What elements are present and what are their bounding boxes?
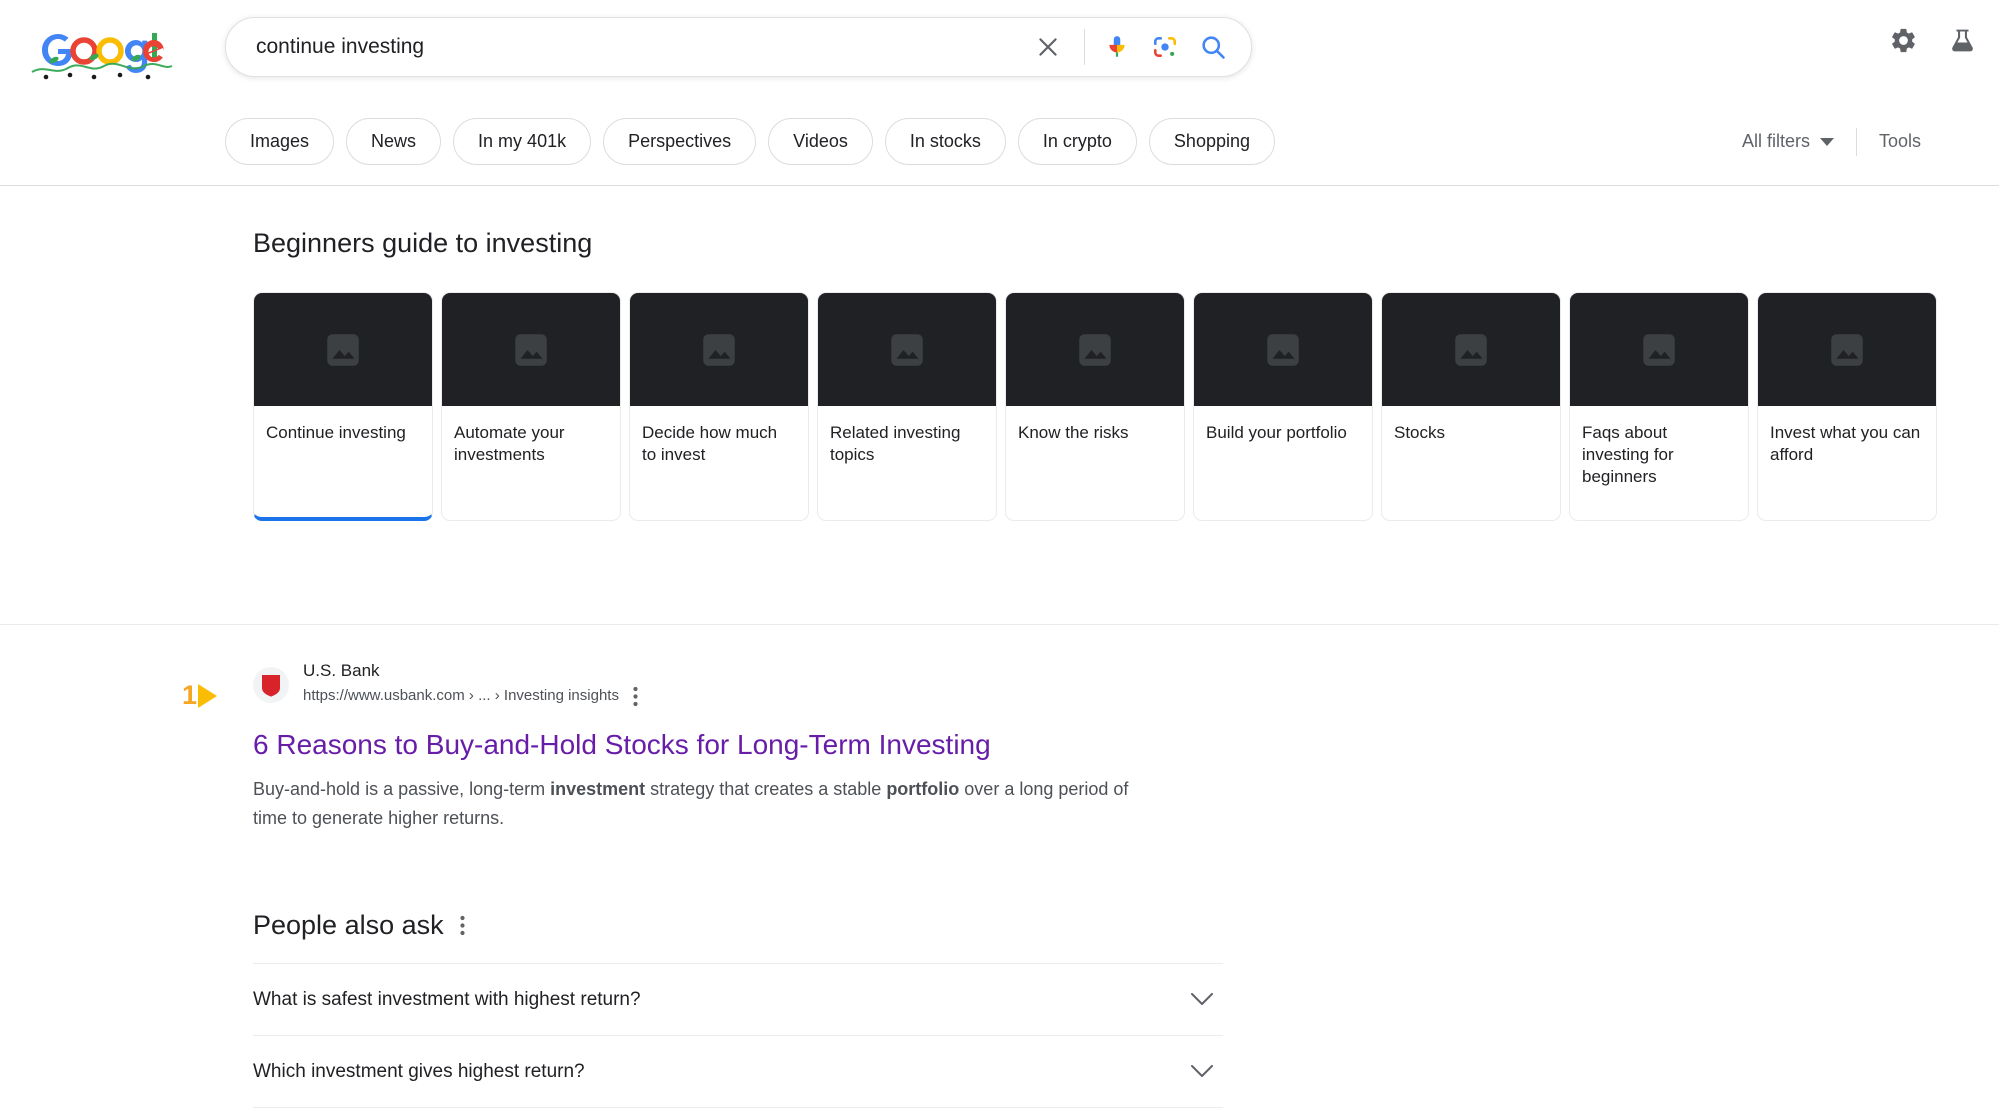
page-header: Images News In my 401k Perspectives Vide… [0,0,1999,186]
card-thumbnail [1194,293,1372,406]
paa-overflow-menu-icon[interactable] [460,915,465,936]
chip-label: In my 401k [478,131,567,151]
chip-label: Perspectives [628,131,732,151]
card-label: Invest what you can afford [1770,423,1921,465]
card-thumbnail [1006,293,1184,406]
annotation-number: 1 [182,680,198,710]
card-thumbnail [630,293,808,406]
result-site-name: U.S. Bank [303,661,380,680]
card-thumbnail [442,293,620,406]
annotation-arrow-icon [198,683,218,708]
chip-label: Videos [793,131,848,151]
carousel-card-invest-what-you-can-afford[interactable]: Invest what you can afford [1757,292,1937,521]
all-filters-label: All filters [1741,131,1810,151]
result-url-row: https://www.usbank.com › ... › Investing… [303,684,640,709]
carousel-card-stocks[interactable]: Stocks [1381,292,1561,521]
filter-chip-perspectives[interactable]: Perspectives [603,118,757,165]
chip-label: In stocks [909,131,981,151]
carousel-card-related-investing-topics[interactable]: Related investing topics [817,292,997,521]
chevron-down-icon[interactable] [1191,1065,1223,1078]
people-also-ask-section: People also ask What is safest investmen… [253,910,1223,1108]
card-label: Continue investing [266,423,406,442]
clear-icon[interactable] [1024,23,1072,71]
result-url: https://www.usbank.com › ... › Investing… [303,687,619,705]
usbank-favicon [253,666,289,703]
card-label: Build your portfolio [1206,423,1347,442]
search-input[interactable] [226,27,1024,67]
chip-label: In crypto [1042,131,1112,151]
chip-label: Images [250,131,310,151]
google-lens-icon[interactable] [1141,23,1189,71]
filter-chip-videos[interactable]: Videos [768,118,873,165]
carousel-track[interactable]: Continue investing Automate your investm… [253,292,1937,521]
search-box[interactable] [225,17,1252,77]
card-thumbnail [1382,293,1560,406]
chip-label: News [371,131,417,151]
card-label: Automate your investments [454,423,565,465]
snippet-text-1: Buy-and-hold is a passive, long-term [253,779,551,800]
card-label: Know the risks [1018,423,1129,442]
card-thumbnail [254,293,432,406]
chevron-down-icon [1819,131,1834,152]
paa-question-2[interactable]: Which investment gives highest return? [253,1035,1223,1107]
filter-chip-in-stocks[interactable]: In stocks [884,118,1006,165]
result-title-link[interactable]: 6 Reasons to Buy-and-Hold Stocks for Lon… [253,727,1153,762]
carousel-title: Beginners guide to investing [253,228,593,258]
labs-icon[interactable] [1948,26,1977,55]
card-label: Stocks [1394,423,1446,442]
result-content: U.S. Bank https://www.usbank.com › ... ›… [253,660,1153,832]
snippet-bold-portfolio: portfolio [886,779,960,800]
annotation-marker-1: 1 [182,680,218,710]
paa-question-list: What is safest investment with highest r… [253,963,1223,1108]
filter-chip-news[interactable]: News [346,118,442,165]
header-actions [1889,26,1977,55]
carousel-card-continue-investing[interactable]: Continue investing [253,292,433,521]
result-overflow-menu-icon[interactable] [631,684,640,709]
filter-chip-in-my-401k[interactable]: In my 401k [453,118,592,165]
carousel-card-decide-how-much-to-invest[interactable]: Decide how much to invest [629,292,809,521]
filter-chip-images[interactable]: Images [225,118,335,165]
search-divider [1084,29,1085,65]
paa-header: People also ask [253,910,1223,941]
card-thumbnail [1758,293,1936,406]
carousel-card-automate-your-investments[interactable]: Automate your investments [441,292,621,521]
search-submit-icon[interactable] [1189,23,1237,71]
result-snippet: Buy-and-hold is a passive, long-term inv… [253,775,1133,832]
tools-label: Tools [1878,131,1921,151]
card-thumbnail [818,293,996,406]
carousel-card-build-your-portfolio[interactable]: Build your portfolio [1193,292,1373,521]
paa-question-1[interactable]: What is safest investment with highest r… [253,963,1223,1035]
chevron-down-icon[interactable] [1191,993,1223,1006]
google-doodle-logo[interactable] [24,20,174,82]
filter-chip-in-crypto[interactable]: In crypto [1017,118,1137,165]
paa-question-text: What is safest investment with highest r… [253,988,641,1010]
card-label: Related investing topics [830,423,961,465]
card-thumbnail [1570,293,1748,406]
result-site-row: U.S. Bank https://www.usbank.com › ... ›… [253,660,1153,709]
site-texts: U.S. Bank https://www.usbank.com › ... ›… [303,660,640,709]
chip-label: Shopping [1173,131,1250,151]
filters-right-group: All filters Tools [1742,118,1921,165]
card-label: Decide how much to invest [642,423,778,465]
carousel-card-know-the-risks[interactable]: Know the risks [1005,292,1185,521]
carousel-card-faqs-about-investing-for-beginners[interactable]: Faqs about investing for beginners [1569,292,1749,521]
microphone-icon[interactable] [1093,23,1141,71]
snippet-text-2: strategy that creates a stable [645,779,887,800]
paa-list-bottom-border [253,1107,1223,1108]
filters-divider [1855,127,1857,156]
filter-chips: Images News In my 401k Perspectives Vide… [225,118,1275,165]
filter-chip-shopping[interactable]: Shopping [1148,118,1275,165]
beginners-guide-carousel: Beginners guide to investing Continue in… [0,187,1999,625]
all-filters-button[interactable]: All filters [1742,131,1834,152]
snippet-bold-investment: investment [550,779,646,800]
paa-title: People also ask [253,910,444,940]
card-label: Faqs about investing for beginners [1582,423,1674,487]
tools-button[interactable]: Tools [1879,131,1921,152]
settings-icon[interactable] [1889,26,1918,55]
paa-question-text: Which investment gives highest return? [253,1060,585,1082]
